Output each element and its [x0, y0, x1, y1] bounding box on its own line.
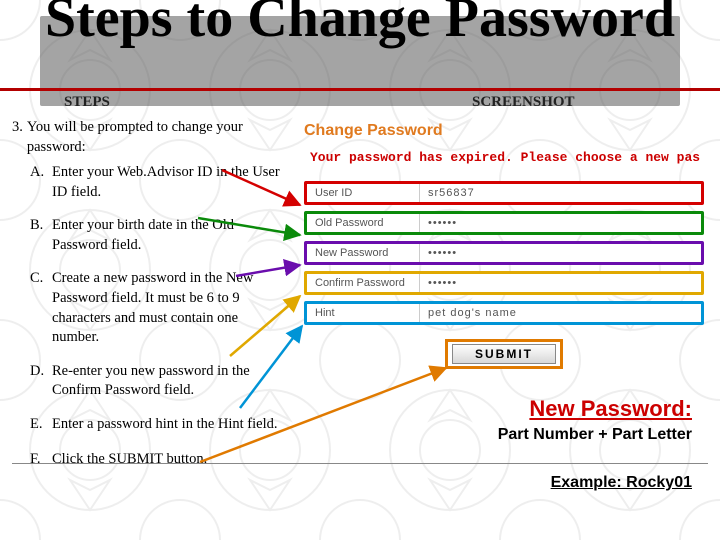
old-password-field[interactable]: Old Password ••••••: [304, 211, 704, 235]
expired-message: Your password has expired. Please choose…: [310, 150, 712, 165]
user-id-field[interactable]: User ID sr56837: [304, 181, 704, 205]
step-3: 3. You will be prompted to change your p…: [12, 118, 280, 157]
substep-letter: A.: [30, 163, 46, 202]
new-password-field[interactable]: New Password ••••••: [304, 241, 704, 265]
substep-text: Click the SUBMIT button.: [52, 450, 280, 470]
substep-c: C. Create a new password in the New Pass…: [30, 269, 280, 347]
hint-field[interactable]: Hint pet dog's name: [304, 301, 704, 325]
substep-d: D. Re-enter you new password in the Conf…: [30, 362, 280, 401]
page-title: Steps to Change Password: [0, 0, 720, 46]
new-password-heading: New Password:: [529, 396, 692, 422]
substep-f: F. Click the SUBMIT button.: [30, 450, 280, 470]
field-label: Hint: [307, 307, 419, 319]
substep-text: Enter your Web.Advisor ID in the User ID…: [52, 163, 280, 202]
field-value: ••••••: [420, 247, 457, 259]
substep-b: B. Enter your birth date in the Old Pass…: [30, 216, 280, 255]
steps-header: STEPS: [64, 94, 110, 111]
field-label: New Password: [307, 247, 419, 259]
substep-text: Enter your birth date in the Old Passwor…: [52, 216, 280, 255]
substep-letter: B.: [30, 216, 46, 255]
new-password-example: Example: Rocky01: [551, 474, 692, 492]
substep-letter: E.: [30, 415, 46, 435]
substep-a: A. Enter your Web.Advisor ID in the User…: [30, 163, 280, 202]
form-title: Change Password: [304, 122, 712, 140]
screenshot-header: SCREENSHOT: [472, 94, 575, 111]
substep-text: Create a new password in the New Passwor…: [52, 269, 280, 347]
substep-e: E. Enter a password hint in the Hint fie…: [30, 415, 280, 435]
substep-text: Enter a password hint in the Hint field.: [52, 415, 280, 435]
field-label: Old Password: [307, 217, 419, 229]
substep-text: Re-enter you new password in the Confirm…: [52, 362, 280, 401]
substep-letter: D.: [30, 362, 46, 401]
substep-letter: F.: [30, 450, 46, 470]
confirm-password-field[interactable]: Confirm Password ••••••: [304, 271, 704, 295]
field-label: User ID: [307, 187, 419, 199]
substep-letter: C.: [30, 269, 46, 347]
steps-column: 3. You will be prompted to change your p…: [12, 118, 280, 470]
field-value: pet dog's name: [420, 307, 517, 319]
form-screenshot: Change Password Your password has expire…: [296, 118, 712, 378]
field-value: sr56837: [420, 187, 475, 199]
field-value: ••••••: [420, 277, 457, 289]
new-password-rule: Part Number + Part Letter: [498, 426, 692, 444]
step-text: You will be prompted to change your pass…: [27, 118, 280, 157]
step-number: 3.: [12, 118, 23, 157]
field-value: ••••••: [420, 217, 457, 229]
submit-button[interactable]: SUBMIT: [452, 344, 556, 364]
field-label: Confirm Password: [307, 277, 419, 289]
submit-highlight: SUBMIT: [445, 339, 563, 369]
title-divider: [0, 88, 720, 91]
